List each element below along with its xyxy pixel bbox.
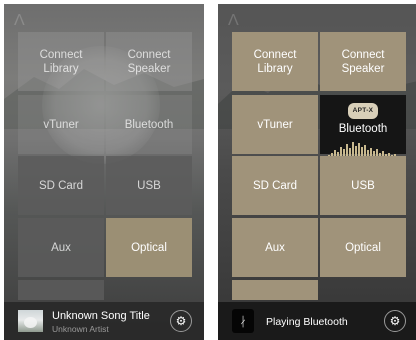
aptx-badge: APT-X [347, 103, 379, 119]
tile-aux[interactable]: Aux [232, 218, 318, 277]
tile-usb[interactable]: USB [320, 156, 406, 215]
tile-label: Aux [265, 241, 285, 254]
logo-icon: Λ [228, 12, 239, 29]
tile-label: vTuner [257, 118, 293, 131]
tile-label: Bluetooth [124, 118, 174, 131]
tile-partial[interactable] [232, 280, 318, 300]
tile-label: Connect Speaker [341, 48, 385, 75]
tile-label: Connect Speaker [127, 48, 171, 75]
gear-icon[interactable]: ⚙ [170, 310, 192, 332]
tile-label: Optical [131, 241, 167, 254]
tile-label: USB [137, 179, 161, 192]
now-playing-bar[interactable]: ᛅ Playing Bluetooth ⚙ [218, 302, 416, 340]
tile-vtuner[interactable]: vTuner [232, 95, 318, 154]
tile-optical[interactable]: Optical [106, 218, 192, 277]
tile-label: Bluetooth [338, 123, 388, 135]
tile-label: Aux [51, 241, 71, 254]
tile-label: Optical [345, 241, 381, 254]
gear-icon[interactable]: ⚙ [384, 310, 406, 332]
tile-bluetooth[interactable]: APT-X Bluetooth [320, 95, 406, 159]
now-playing-bar[interactable]: Unknown Song Title Unknown Artist ⚙ [4, 302, 204, 340]
song-title: Unknown Song Title [52, 310, 150, 322]
tile-label: Connect Library [39, 48, 83, 75]
tile-connect-library[interactable]: Connect Library [232, 32, 318, 91]
tile-partial[interactable] [18, 280, 104, 300]
tile-label: SD Card [252, 179, 298, 192]
bluetooth-icon: ᛅ [232, 309, 254, 333]
tile-connect-library[interactable]: Connect Library [18, 32, 104, 91]
tile-bluetooth[interactable]: Bluetooth [106, 95, 192, 154]
album-art [18, 310, 43, 332]
tile-connect-speaker[interactable]: Connect Speaker [320, 32, 406, 91]
tile-vtuner[interactable]: vTuner [18, 95, 104, 154]
tile-aux[interactable]: Aux [18, 218, 104, 277]
tile-sd-card[interactable]: SD Card [18, 156, 104, 215]
playing-status: Playing Bluetooth [266, 316, 348, 328]
tile-label: vTuner [43, 118, 79, 131]
tile-sd-card[interactable]: SD Card [232, 156, 318, 215]
tile-label: SD Card [38, 179, 84, 192]
tile-label: Connect Library [253, 48, 297, 75]
tile-optical[interactable]: Optical [320, 218, 406, 277]
left-screen: Λ Connect Library Connect Speaker vTuner… [4, 4, 204, 340]
tile-usb[interactable]: USB [106, 156, 192, 215]
logo-icon: Λ [14, 12, 25, 29]
song-artist: Unknown Artist [52, 324, 109, 334]
tile-label: USB [351, 179, 375, 192]
tile-connect-speaker[interactable]: Connect Speaker [106, 32, 192, 91]
right-screen: Λ Connect Library Connect Speaker vTuner… [218, 4, 416, 340]
